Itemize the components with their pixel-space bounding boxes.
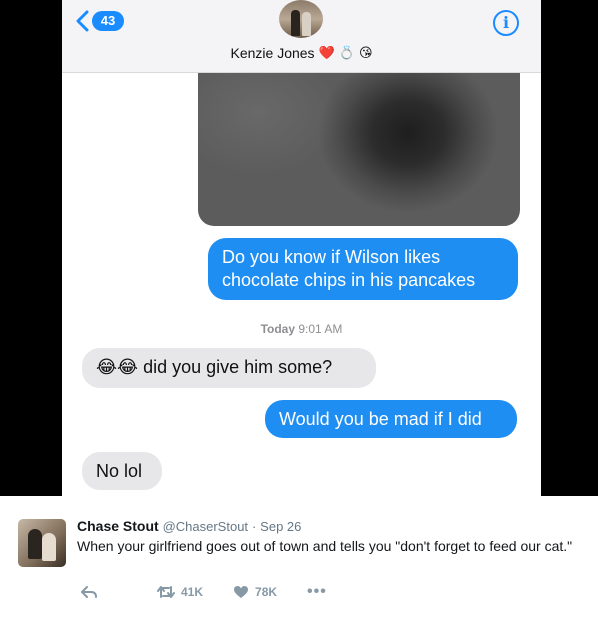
- contact-name-row[interactable]: Kenzie Jones ❤️ 💍 😘: [62, 45, 541, 61]
- laughing-emoji: 😂😂: [96, 357, 139, 377]
- message-text: No lol: [96, 461, 143, 481]
- like-count: 78K: [255, 585, 278, 599]
- message-text: did you give him some?: [143, 357, 333, 377]
- chevron-left-icon: [76, 10, 89, 32]
- retweet-button[interactable]: 41K: [157, 585, 203, 599]
- retweet-count: 41K: [181, 585, 204, 599]
- back-button[interactable]: 43: [74, 10, 124, 32]
- outgoing-message: Do you know if Wilson likes chocolate ch…: [208, 238, 518, 300]
- timestamp-time: 9:01 AM: [298, 322, 343, 336]
- ring-emoji: 💍: [338, 45, 355, 60]
- outgoing-message: Would you be mad if I did: [265, 400, 517, 438]
- tweet-actions: 41K 78K •••: [77, 583, 327, 601]
- timestamp-day: Today: [260, 322, 296, 336]
- tweet-card: [0, 496, 598, 621]
- more-icon[interactable]: •••: [307, 583, 327, 601]
- message-timestamp: Today 9:01 AM: [62, 322, 541, 336]
- heart-emoji: ❤️: [318, 45, 335, 60]
- reply-button[interactable]: [81, 585, 97, 599]
- author-name[interactable]: Chase Stout: [77, 518, 159, 534]
- incoming-message: No lol: [82, 452, 162, 490]
- message-text: chocolate chips in his pancakes: [222, 270, 476, 290]
- tweet-text: When your girlfriend goes out of town an…: [77, 538, 573, 554]
- message-text: Do you know if Wilson likes: [222, 247, 441, 267]
- unread-count-badge: 43: [92, 11, 124, 31]
- like-button[interactable]: 78K: [233, 585, 277, 599]
- tweet-author-avatar[interactable]: [18, 519, 66, 567]
- message-text: Would you be mad if I did: [279, 409, 482, 429]
- photo-attachment[interactable]: [198, 73, 520, 226]
- heart-icon: [234, 586, 249, 598]
- info-icon[interactable]: i: [493, 10, 519, 36]
- contact-avatar[interactable]: [279, 0, 323, 38]
- retweet-icon: [157, 586, 175, 598]
- imessage-screen: 43 Kenzie Jones ❤️ 💍 😘 i Do you know if …: [62, 0, 541, 496]
- contact-name: Kenzie Jones: [230, 45, 315, 61]
- tweet-author-row: Chase Stout @ChaserStout · Sep 26: [77, 518, 301, 534]
- tweet-date[interactable]: Sep 26: [260, 519, 301, 534]
- reply-icon: [81, 586, 97, 598]
- screenshot-area: 43 Kenzie Jones ❤️ 💍 😘 i Do you know if …: [0, 0, 598, 496]
- author-handle[interactable]: @ChaserStout: [163, 519, 248, 534]
- incoming-message: 😂😂 did you give him some?: [82, 348, 376, 388]
- conversation-header: 43 Kenzie Jones ❤️ 💍 😘 i: [62, 0, 541, 73]
- kiss-emoji: 😘: [358, 45, 373, 60]
- meta-separator: ·: [251, 519, 257, 534]
